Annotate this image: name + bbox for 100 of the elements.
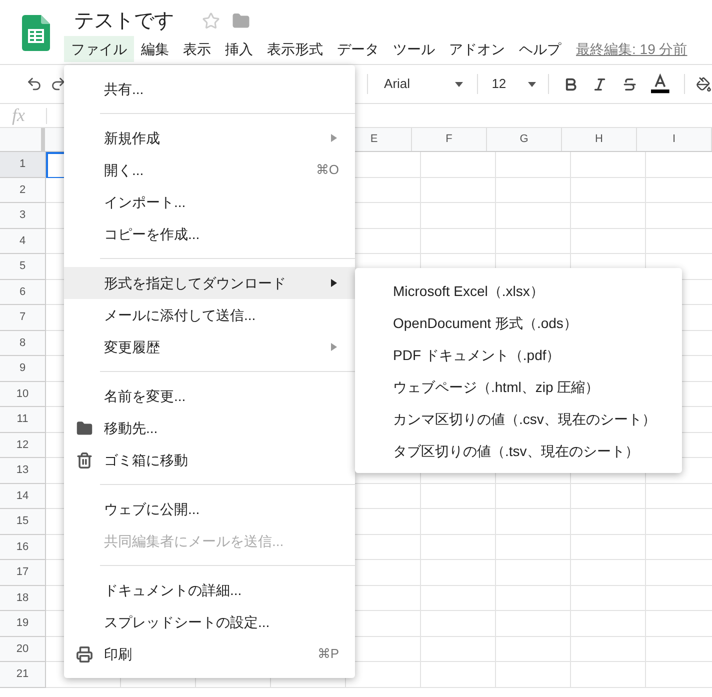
row-header[interactable]: 15 [0,509,46,534]
grid-cell[interactable] [571,178,646,203]
grid-cell[interactable] [421,152,496,178]
menu-item[interactable]: メールに添付して送信... [64,299,355,331]
grid-cell[interactable] [421,178,496,203]
menu-bar-item[interactable]: アドオン [442,36,512,62]
grid-cell[interactable] [571,509,646,534]
menu-item[interactable]: 印刷 ⌘P [64,638,355,670]
grid-cell[interactable] [421,611,496,636]
grid-cell[interactable] [571,203,646,228]
fill-color-icon[interactable] [696,76,712,92]
grid-cell[interactable] [421,560,496,586]
menu-bar-item[interactable]: 編集 [134,36,176,62]
document-title[interactable]: テストです [72,6,176,36]
row-header[interactable]: 11 [0,407,46,432]
submenu-item[interactable]: Microsoft Excel（.xlsx） [355,275,682,307]
row-header[interactable]: 7 [0,305,46,330]
grid-cell[interactable] [421,662,496,688]
grid-cell[interactable] [496,203,571,228]
strikethrough-icon[interactable] [622,76,638,92]
row-header[interactable]: 20 [0,636,46,662]
menu-item[interactable]: 形式を指定してダウンロード [64,267,355,299]
submenu-item[interactable]: OpenDocument 形式（.ods） [355,307,682,339]
grid-cell[interactable] [496,662,571,688]
menu-bar-item[interactable]: ヘルプ [512,36,568,62]
menu-bar-item[interactable]: ツール [386,36,442,62]
column-header[interactable]: G [487,128,562,151]
row-header[interactable]: 10 [0,382,46,407]
row-header[interactable]: 18 [0,586,46,611]
row-header[interactable]: 16 [0,534,46,560]
row-header[interactable]: 19 [0,611,46,636]
grid-cell[interactable] [571,152,646,178]
menu-item[interactable]: ドキュメントの詳細... [64,574,355,606]
row-header[interactable]: 21 [0,662,46,688]
star-icon[interactable] [202,12,220,30]
row-header[interactable]: 17 [0,560,46,586]
grid-cell[interactable] [421,228,496,254]
undo-icon[interactable] [26,75,42,93]
row-header[interactable]: 14 [0,484,46,509]
menu-bar-item[interactable]: データ [330,36,386,62]
menu-bar-item[interactable]: 表示形式 [260,36,330,62]
folder-icon[interactable] [232,12,250,30]
menu-bar-item[interactable]: 挿入 [218,36,260,62]
menu-item[interactable]: スプレッドシートの設定... [64,606,355,638]
menu-item[interactable]: ゴミ箱に移動 [64,444,355,476]
grid-cell[interactable] [421,636,496,662]
row-header[interactable]: 1 [0,152,46,178]
text-color-icon[interactable] [651,73,670,95]
redo-icon[interactable] [50,75,67,93]
submenu-item[interactable]: タブ区切りの値（.tsv、現在のシート） [355,435,682,467]
grid-cell[interactable] [571,560,646,586]
italic-icon[interactable] [592,76,608,92]
font-dropdown[interactable]: Arial [376,74,469,94]
row-header[interactable]: 8 [0,330,46,356]
grid-cell[interactable] [571,636,646,662]
menu-bar-item[interactable]: ファイル [64,36,134,62]
grid-cell[interactable] [571,662,646,688]
row-header[interactable]: 6 [0,280,46,305]
menu-item[interactable]: 変更履歴 [64,331,355,363]
grid-cell[interactable] [496,152,571,178]
grid-cell[interactable] [496,228,571,254]
menu-item[interactable]: コピーを作成... [64,218,355,250]
grid-cell[interactable] [421,203,496,228]
font-size-dropdown[interactable]: 12 [486,74,540,94]
grid-cell[interactable] [421,509,496,534]
grid-cell[interactable] [496,586,571,611]
row-header[interactable]: 13 [0,458,46,484]
last-edit-link[interactable]: 最終編集: 19 分前 [576,38,688,60]
grid-cell[interactable] [571,586,646,611]
column-header[interactable]: F [412,128,487,151]
grid-cell[interactable] [496,611,571,636]
menu-item[interactable]: 共有... [64,73,355,105]
menu-item[interactable]: 開く... ⌘O [64,154,355,186]
grid-cell[interactable] [571,484,646,509]
row-header[interactable]: 9 [0,356,46,382]
sheets-logo-icon[interactable] [22,15,50,51]
row-header[interactable]: 12 [0,432,46,458]
grid-cell[interactable] [421,484,496,509]
submenu-item[interactable]: カンマ区切りの値（.csv、現在のシート） [355,403,682,435]
grid-cell[interactable] [496,484,571,509]
grid-cell[interactable] [571,228,646,254]
submenu-item[interactable]: PDF ドキュメント（.pdf） [355,339,682,371]
menu-bar-item[interactable]: 表示 [176,36,218,62]
grid-cell[interactable] [496,560,571,586]
row-header[interactable]: 5 [0,254,46,280]
row-header[interactable]: 2 [0,178,46,203]
grid-cell[interactable] [571,534,646,560]
column-header[interactable]: I [637,128,712,151]
column-header[interactable]: H [562,128,637,151]
grid-cell[interactable] [421,534,496,560]
row-header[interactable]: 3 [0,203,46,228]
menu-item[interactable]: インポート... [64,186,355,218]
grid-cell[interactable] [571,611,646,636]
menu-item[interactable]: 移動先... [64,412,355,444]
menu-item[interactable]: ウェブに公開... [64,493,355,525]
grid-cell[interactable] [496,178,571,203]
grid-cell[interactable] [496,636,571,662]
grid-cell[interactable] [421,586,496,611]
grid-cell[interactable] [496,509,571,534]
grid-cell[interactable] [496,534,571,560]
